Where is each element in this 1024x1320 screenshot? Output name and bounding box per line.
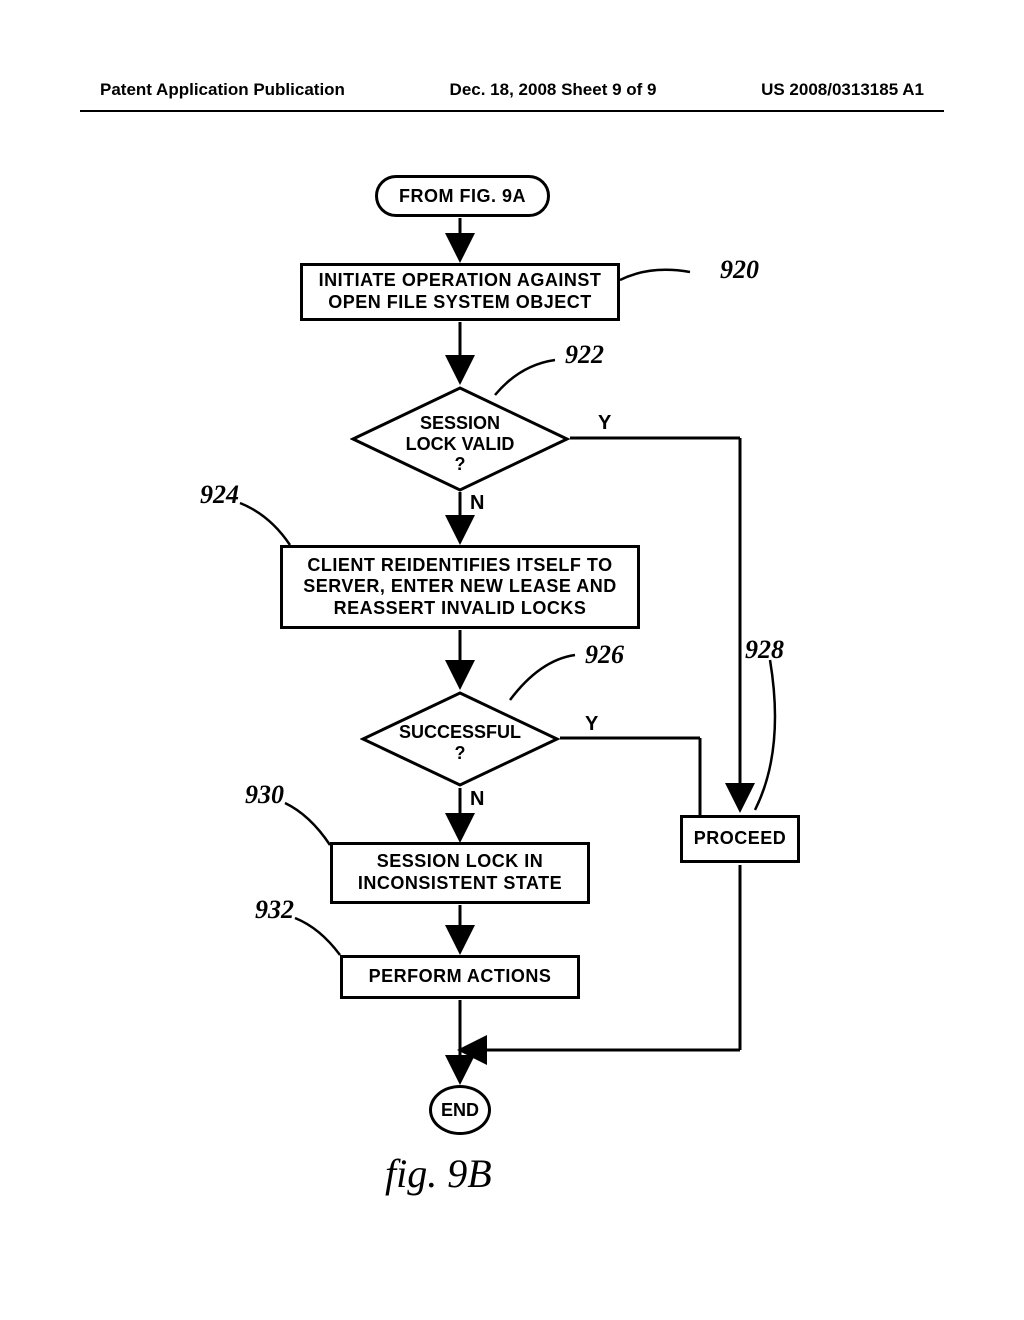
process-932-text: PERFORM ACTIONS xyxy=(369,966,552,988)
leader-920 xyxy=(620,260,730,310)
ref-928: 928 xyxy=(745,635,784,665)
ref-930: 930 xyxy=(245,780,284,810)
flowchart: FROM FIG. 9A INITIATE OPERATION AGAINST … xyxy=(0,170,1024,1220)
end-label: END xyxy=(441,1100,479,1121)
header-right: US 2008/0313185 A1 xyxy=(761,80,924,100)
process-930-text: SESSION LOCK IN INCONSISTENT STATE xyxy=(345,851,575,894)
process-930: SESSION LOCK IN INCONSISTENT STATE xyxy=(330,842,590,904)
ref-922: 922 xyxy=(565,340,604,370)
start-label: FROM FIG. 9A xyxy=(399,186,526,207)
label-922-n: N xyxy=(470,492,484,515)
terminator-start: FROM FIG. 9A xyxy=(375,175,550,217)
process-924-text: CLIENT REIDENTIFIES ITSELF TO SERVER, EN… xyxy=(295,555,625,620)
label-926-n: N xyxy=(470,788,484,811)
ref-932: 932 xyxy=(255,895,294,925)
header-rule xyxy=(80,110,944,112)
process-928: PROCEED xyxy=(680,815,800,863)
process-924: CLIENT REIDENTIFIES ITSELF TO SERVER, EN… xyxy=(280,545,640,629)
leader-928 xyxy=(745,660,805,820)
ref-920: 920 xyxy=(720,255,759,285)
process-920-text: INITIATE OPERATION AGAINST OPEN FILE SYS… xyxy=(315,270,605,313)
ref-926: 926 xyxy=(585,640,624,670)
figure-caption: fig. 9B xyxy=(385,1150,492,1197)
leader-924 xyxy=(230,495,310,550)
process-932: PERFORM ACTIONS xyxy=(340,955,580,999)
ref-924: 924 xyxy=(200,480,239,510)
leader-930 xyxy=(275,795,345,850)
terminator-end: END xyxy=(429,1085,491,1135)
leader-932 xyxy=(285,910,355,960)
header-left: Patent Application Publication xyxy=(100,80,345,100)
header-center: Dec. 18, 2008 Sheet 9 of 9 xyxy=(450,80,657,100)
label-926-y: Y xyxy=(585,713,598,736)
label-922-y: Y xyxy=(598,412,611,435)
process-920: INITIATE OPERATION AGAINST OPEN FILE SYS… xyxy=(300,263,620,321)
process-928-text: PROCEED xyxy=(694,828,787,850)
page-header: Patent Application Publication Dec. 18, … xyxy=(100,80,924,100)
